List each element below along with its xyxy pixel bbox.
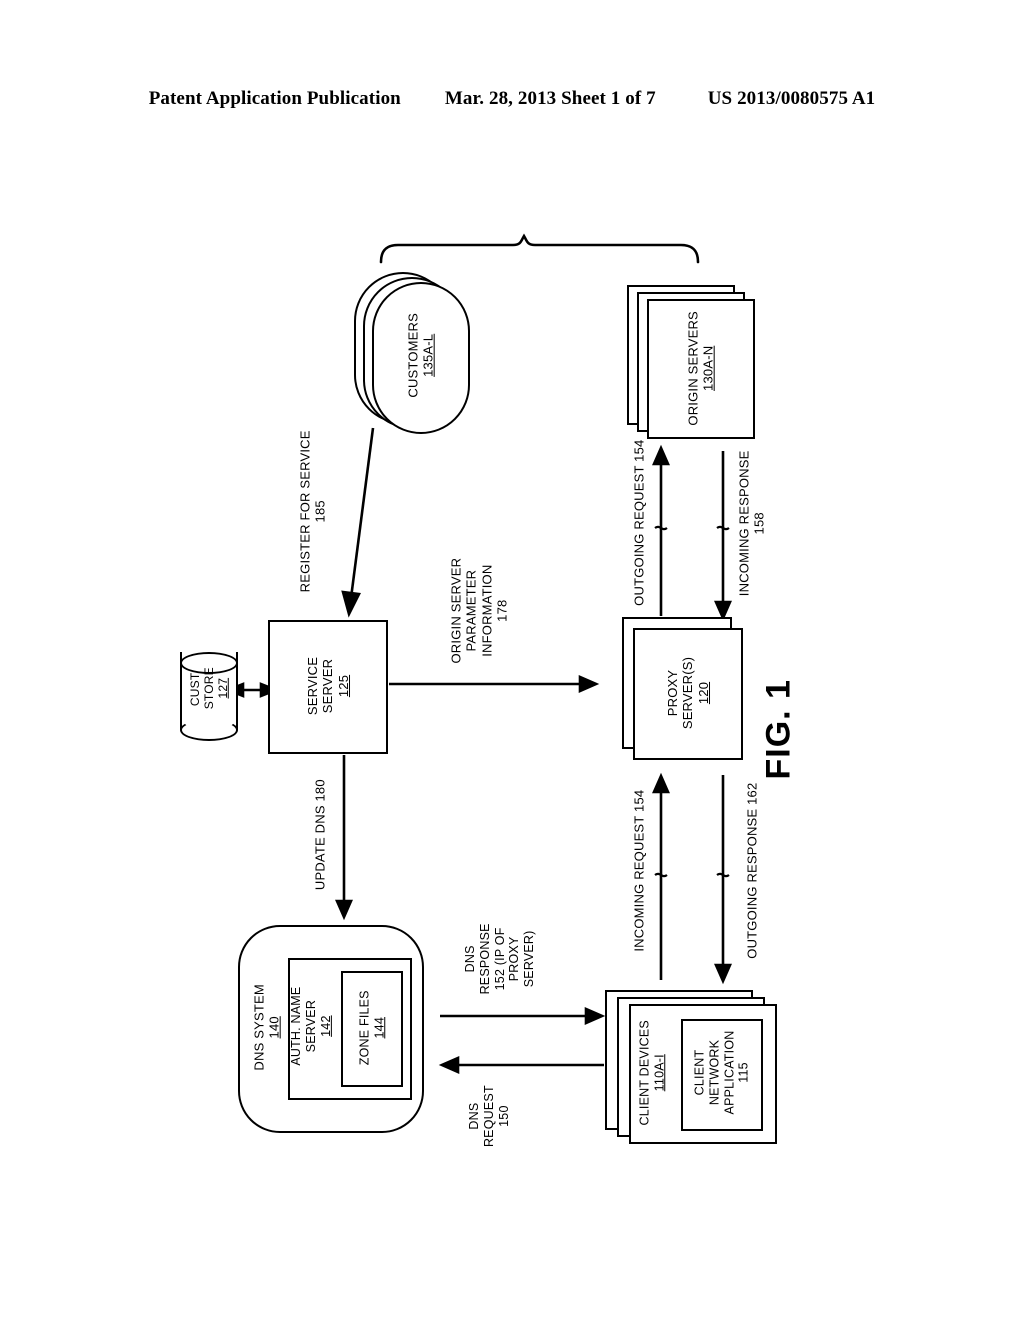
origin-servers-title: ORIGIN SERVERS <box>685 311 701 426</box>
client-network-application-line1: CLIENT <box>692 1049 707 1096</box>
squiggle-outgoing-request <box>654 525 668 531</box>
arrow-update-dns <box>335 755 353 921</box>
client-devices-label: CLIENT DEVICES 110A-I <box>637 993 667 1153</box>
edge-label-incoming-response: INCOMING RESPONSE 158 <box>737 423 768 623</box>
ospi-line2: PARAMETER <box>463 569 479 652</box>
dns-request-line2: REQUEST <box>481 1085 496 1148</box>
auth-name-server-ref: 142 <box>318 1015 333 1037</box>
zone-files-label: ZONE FILES 144 <box>357 968 387 1088</box>
incoming-response-ref: 158 <box>752 512 767 535</box>
diagram-connectors <box>224 233 732 1074</box>
figure-1-diagram: CUSTOMERS 135A-L ORIGIN SERVERS 130A-N C… <box>0 0 1024 1320</box>
cust-store-label: CUST. STORE 127 <box>188 633 230 743</box>
client-network-application-label: CLIENT NETWORK APPLICATION 115 <box>693 1013 752 1133</box>
dns-response-line1: DNS <box>463 945 478 973</box>
service-server-line2: SERVER <box>320 658 336 714</box>
edge-label-update-dns: UPDATE DNS 180 <box>312 779 328 891</box>
auth-name-server-label: AUTH. NAME SERVER 142 <box>289 951 333 1101</box>
incoming-response-text: INCOMING RESPONSE <box>736 450 752 597</box>
cust-store-line1: CUST. <box>187 670 202 707</box>
dns-system-title: DNS SYSTEM <box>251 984 267 1071</box>
service-server-label: SERVICE SERVER 125 <box>305 616 351 756</box>
dns-response-line4: PROXY <box>507 936 522 982</box>
customers-ref: 135A-L <box>421 333 436 377</box>
proxy-servers-line1: PROXY <box>665 669 681 717</box>
arrow-outgoing-request <box>652 444 670 616</box>
cust-store-line2: STORE <box>201 667 216 710</box>
register-for-service-ref: 185 <box>313 500 328 523</box>
arrow-incoming-request <box>652 772 670 980</box>
customers-label: CUSTOMERS 135A-L <box>406 280 437 430</box>
proxy-servers-ref: 120 <box>695 681 711 705</box>
customers-title: CUSTOMERS <box>405 313 421 398</box>
ospi-line3: INFORMATION <box>479 564 494 657</box>
arrow-register-for-service <box>341 427 375 618</box>
grouping-brace <box>379 233 700 264</box>
dns-system-ref: 140 <box>267 1016 282 1039</box>
service-server-ref: 125 <box>335 674 351 698</box>
squiggle-incoming-response <box>716 525 730 531</box>
client-devices-title: CLIENT DEVICES <box>637 1020 652 1126</box>
edge-label-outgoing-response: OUTGOING RESPONSE 162 <box>744 782 760 959</box>
dns-system-label: DNS SYSTEM 140 <box>252 947 283 1107</box>
dns-request-line1: DNS <box>466 1102 481 1130</box>
proxy-servers-label: PROXY SERVER(S) 120 <box>665 618 711 768</box>
ospi-ref: 178 <box>494 599 510 622</box>
origin-servers-label: ORIGIN SERVERS 130A-N <box>686 283 717 453</box>
dns-response-line2: RESPONSE <box>477 923 492 995</box>
edge-label-origin-server-parameter-information: ORIGIN SERVER PARAMETER INFORMATION 178 <box>448 521 509 701</box>
squiggle-incoming-request <box>654 872 668 878</box>
edge-label-dns-request: DNS REQUEST 150 <box>467 1046 511 1186</box>
zone-files-title: ZONE FILES <box>357 990 372 1066</box>
dns-response-line5: SERVER) <box>522 930 537 988</box>
figure-label: FIG. 1 <box>759 679 798 780</box>
register-for-service-text: REGISTER FOR SERVICE <box>297 430 313 593</box>
cust-store-ref: 127 <box>216 677 231 699</box>
edge-label-outgoing-request: OUTGOING REQUEST 154 <box>631 439 647 606</box>
service-server-line1: SERVICE <box>305 656 321 716</box>
auth-name-server-line1: AUTH. NAME <box>288 986 303 1066</box>
edge-label-register-for-service: REGISTER FOR SERVICE 185 <box>298 401 329 621</box>
squiggle-outgoing-response <box>716 872 730 878</box>
arrow-incoming-response <box>714 451 732 622</box>
client-devices-ref: 110A-I <box>652 1054 666 1092</box>
ospi-line1: ORIGIN SERVER <box>448 557 464 664</box>
client-network-application-line3: APPLICATION <box>722 1030 736 1115</box>
proxy-servers-line2: SERVER(S) <box>680 656 696 730</box>
edge-label-dns-response: DNS RESPONSE 152 (IP OF PROXY SERVER) <box>463 884 537 1034</box>
origin-servers-ref: 130A-N <box>701 345 716 391</box>
edge-label-incoming-request: INCOMING REQUEST 154 <box>631 789 647 952</box>
arrow-outgoing-response <box>714 775 732 985</box>
auth-name-server-line2: SERVER <box>303 999 318 1053</box>
dns-response-line3: 152 (IP OF <box>492 927 507 991</box>
client-network-application-ref: 115 <box>736 1062 751 1083</box>
client-network-application-line2: NETWORK <box>707 1039 722 1106</box>
dns-request-line3: 150 <box>496 1105 511 1127</box>
zone-files-ref: 144 <box>372 1017 386 1039</box>
